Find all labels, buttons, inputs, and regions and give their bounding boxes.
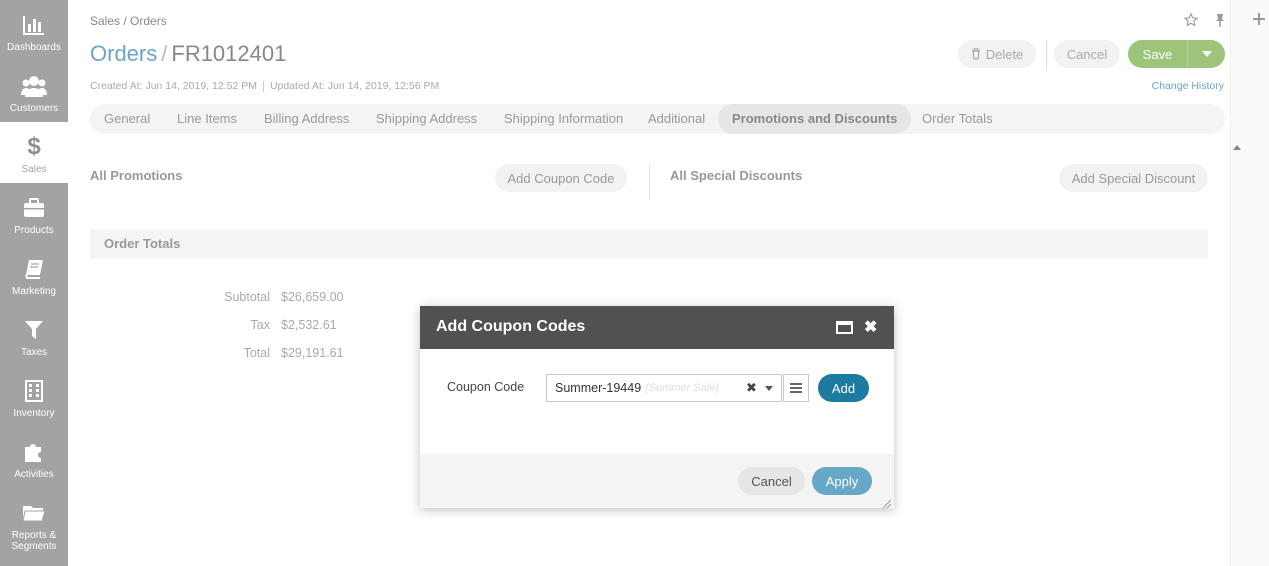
- tab-order-totals[interactable]: Order Totals: [922, 104, 993, 134]
- sidebar-item-label: Taxes: [20, 347, 48, 358]
- sidebar: Dashboards Customers $ Sales Products Ma…: [0, 0, 68, 566]
- add-panel-icon[interactable]: [1253, 12, 1267, 32]
- sidebar-item-sales[interactable]: $ Sales: [0, 122, 68, 183]
- created-at: Created At: Jun 14, 2019, 12:52 PM: [90, 80, 257, 92]
- title-separator: /: [161, 41, 168, 66]
- dollar-icon: $: [27, 133, 41, 160]
- sidebar-item-taxes[interactable]: Taxes: [0, 305, 68, 366]
- save-button[interactable]: Save: [1128, 40, 1187, 68]
- sidebar-item-customers[interactable]: Customers: [0, 61, 68, 122]
- star-icon[interactable]: [1183, 12, 1199, 30]
- sidebar-item-activities[interactable]: Activities: [0, 427, 68, 488]
- coupon-code-combobox[interactable]: Summer-19449 (Summer Sale) ✖: [546, 374, 782, 402]
- tax-value: $2,532.61: [281, 318, 337, 332]
- close-icon[interactable]: ✖: [864, 317, 877, 337]
- resize-handle-icon[interactable]: [882, 496, 892, 509]
- page-title-section[interactable]: Orders: [90, 41, 157, 66]
- sidebar-item-label: Reports & Segments: [11, 530, 57, 552]
- subtotal-value: $26,659.00: [281, 290, 344, 304]
- subtotal-label: Subtotal: [224, 290, 270, 304]
- sidebar-item-products[interactable]: Products: [0, 183, 68, 244]
- dialog-cancel-button[interactable]: Cancel: [738, 467, 805, 495]
- coupon-code-label: Coupon Code: [447, 380, 525, 394]
- puzzle-icon: [23, 441, 45, 463]
- scroll-up-arrow-icon[interactable]: [1233, 138, 1243, 150]
- sidebar-item-label: Marketing: [12, 286, 56, 297]
- trash-icon: [971, 48, 980, 60]
- right-panel-strip: [1230, 0, 1269, 566]
- sidebar-item-dashboards[interactable]: Dashboards: [0, 0, 68, 61]
- save-options-dropdown[interactable]: [1187, 40, 1225, 68]
- sidebar-item-label: Dashboards: [7, 42, 61, 53]
- all-special-discounts-title: All Special Discounts: [670, 168, 803, 183]
- dialog-header[interactable]: Add Coupon Codes ✖: [420, 306, 894, 349]
- total-value: $29,191.61: [281, 346, 344, 360]
- coupon-code-description: (Summer Sale): [645, 382, 719, 394]
- filter-icon: [24, 319, 44, 341]
- breadcrumb[interactable]: Sales / Orders: [90, 14, 167, 28]
- cancel-button[interactable]: Cancel: [1054, 40, 1120, 68]
- sidebar-item-label: Activities: [14, 469, 54, 480]
- sidebar-item-label: Sales: [21, 164, 47, 175]
- add-special-discount-button[interactable]: Add Special Discount: [1059, 164, 1208, 192]
- meta-divider: [262, 80, 264, 92]
- section-divider: [649, 164, 650, 200]
- tab-general[interactable]: General: [104, 104, 150, 134]
- delete-label: Delete: [985, 46, 1024, 62]
- sidebar-item-label: Inventory: [13, 408, 55, 419]
- tab-additional[interactable]: Additional: [648, 104, 705, 134]
- dialog-footer: Cancel Apply: [420, 454, 894, 508]
- order-id: FR1012401: [171, 41, 287, 66]
- updated-at: Updated At: Jun 14, 2019, 12:56 PM: [269, 80, 440, 92]
- apply-button[interactable]: Apply: [812, 467, 872, 495]
- tab-shipping-address[interactable]: Shipping Address: [376, 104, 477, 134]
- building-icon: [25, 380, 43, 402]
- sidebar-item-label: Customers: [9, 103, 59, 114]
- tab-promotions-and-discounts[interactable]: Promotions and Discounts: [718, 104, 912, 134]
- page-title: Orders / FR1012401: [90, 41, 286, 67]
- all-promotions-title: All Promotions: [90, 168, 183, 183]
- book-icon: [24, 258, 44, 280]
- delete-button[interactable]: Delete: [958, 40, 1036, 68]
- list-icon: [790, 383, 802, 393]
- order-totals-title: Order Totals: [104, 236, 181, 251]
- maximize-icon[interactable]: [836, 321, 853, 334]
- record-meta: Created At: Jun 14, 2019, 12:52 PM Update…: [90, 80, 439, 92]
- briefcase-icon: [23, 197, 45, 219]
- tab-bar: General Line Items Billing Address Shipp…: [90, 104, 1225, 134]
- sidebar-item-inventory[interactable]: Inventory: [0, 366, 68, 427]
- sidebar-item-label: Products: [14, 225, 54, 236]
- list-picker-button[interactable]: [783, 374, 809, 402]
- dialog-title: Add Coupon Codes: [436, 318, 586, 335]
- tab-billing-address[interactable]: Billing Address: [264, 104, 349, 134]
- users-icon: [21, 75, 47, 97]
- order-totals-header: Order Totals: [90, 230, 1208, 258]
- coupon-code-value: Summer-19449: [555, 381, 642, 395]
- chevron-down-icon[interactable]: [765, 386, 773, 391]
- change-history-link[interactable]: Change History: [1152, 80, 1224, 92]
- sidebar-item-reports-segments[interactable]: Reports & Segments: [0, 488, 68, 566]
- pin-icon[interactable]: [1214, 13, 1226, 30]
- bar-chart-icon: [23, 14, 45, 36]
- clear-icon[interactable]: ✖: [746, 380, 757, 396]
- folder-icon: [22, 502, 46, 524]
- tab-line-items[interactable]: Line Items: [177, 104, 237, 134]
- tab-shipping-information[interactable]: Shipping Information: [504, 104, 623, 134]
- tax-label: Tax: [250, 318, 270, 332]
- chevron-down-icon: [1201, 51, 1212, 57]
- add-button[interactable]: Add: [818, 374, 869, 402]
- total-label: Total: [243, 346, 270, 360]
- header-divider: [1046, 40, 1047, 70]
- add-coupon-codes-dialog: Add Coupon Codes ✖ Coupon Code Summer-19…: [420, 306, 894, 509]
- sidebar-item-marketing[interactable]: Marketing: [0, 244, 68, 305]
- add-coupon-code-button[interactable]: Add Coupon Code: [495, 164, 627, 192]
